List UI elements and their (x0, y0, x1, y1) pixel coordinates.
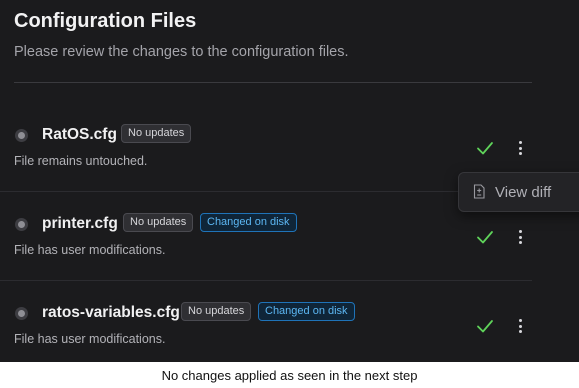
context-menu: View diff (458, 172, 579, 212)
file-row-ratos-cfg: RatOS.cfg No updates File remains untouc… (0, 121, 532, 181)
status-dot (15, 218, 28, 231)
changed-on-disk-badge: Changed on disk (258, 302, 355, 321)
file-name: printer.cfg (42, 215, 118, 232)
file-name: RatOS.cfg (42, 126, 117, 143)
file-name: ratos-variables.cfg (42, 304, 180, 321)
view-diff-label: View diff (495, 184, 552, 201)
file-description: File has user modifications. (14, 332, 166, 346)
more-vertical-icon[interactable] (512, 228, 528, 246)
configuration-files-panel: Configuration Files Please review the ch… (0, 0, 579, 362)
more-vertical-icon[interactable] (512, 317, 528, 335)
check-icon (477, 320, 493, 333)
no-updates-badge: No updates (181, 302, 252, 321)
header-divider (14, 82, 532, 83)
page-subtitle: Please review the changes to the configu… (14, 44, 349, 60)
view-diff-menu-item[interactable]: View diff (459, 173, 579, 211)
row-divider (0, 191, 532, 192)
status-dot (15, 129, 28, 142)
file-row-printer-cfg: printer.cfg No updates Changed on disk F… (0, 210, 532, 270)
status-dot (15, 307, 28, 320)
file-description: File has user modifications. (14, 243, 166, 257)
more-vertical-icon[interactable] (512, 139, 528, 157)
file-diff-icon (473, 184, 485, 199)
check-icon (477, 231, 493, 244)
no-updates-badge: No updates (123, 213, 194, 232)
image-caption: No changes applied as seen in the next s… (161, 368, 418, 383)
no-updates-badge: No updates (121, 124, 192, 143)
row-divider (0, 280, 532, 281)
file-row-ratos-variables-cfg: ratos-variables.cfg No updates Changed o… (0, 299, 532, 359)
changed-on-disk-badge: Changed on disk (200, 213, 297, 232)
file-description: File remains untouched. (14, 154, 148, 168)
side-strip (532, 0, 579, 172)
check-icon (477, 142, 493, 155)
page-title: Configuration Files (14, 10, 197, 32)
